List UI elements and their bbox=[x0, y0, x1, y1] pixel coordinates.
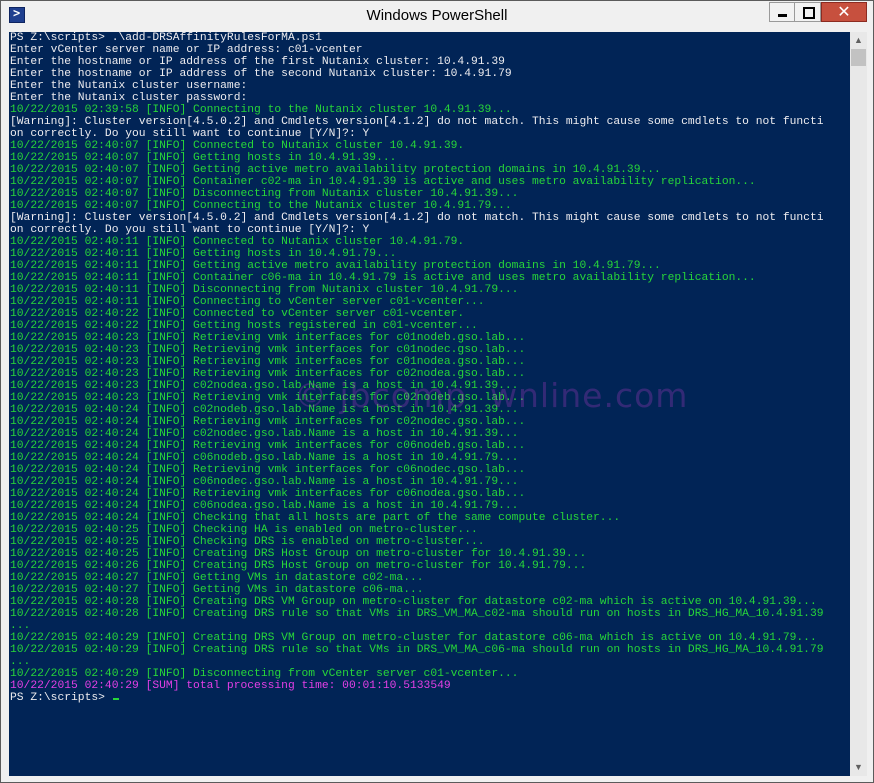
console-line: 10/22/2015 02:40:07 [INFO] Getting activ… bbox=[10, 164, 661, 176]
console-lines: PS Z:\scripts> .\add-DRSAffinityRulesFor… bbox=[10, 32, 824, 704]
console-line: [Warning]: Cluster version[4.5.0.2] and … bbox=[10, 212, 824, 224]
watermark: © jbcomp wnline.com bbox=[294, 376, 689, 415]
console-line: 10/22/2015 02:40:07 [INFO] Connected to … bbox=[10, 140, 465, 152]
close-button[interactable]: ✕ bbox=[821, 2, 867, 22]
console-line: 10/22/2015 02:40:24 [INFO] c06nodec.gso.… bbox=[10, 476, 519, 488]
title-bar[interactable]: > Windows PowerShell ✕ bbox=[1, 1, 873, 31]
console-line: on correctly. Do you still want to conti… bbox=[10, 128, 370, 140]
console-line: 10/22/2015 02:40:24 [INFO] c06nodea.gso.… bbox=[10, 500, 519, 512]
console-line: 10/22/2015 02:40:25 [INFO] Creating DRS … bbox=[10, 548, 587, 560]
console-line: 10/22/2015 02:40:24 [INFO] c02nodec.gso.… bbox=[10, 428, 519, 440]
console-line: ... bbox=[10, 620, 31, 632]
minimize-icon bbox=[778, 14, 787, 17]
console-line: [Warning]: Cluster version[4.5.0.2] and … bbox=[10, 116, 824, 128]
console-line: 10/22/2015 02:40:24 [INFO] Retrieving vm… bbox=[10, 416, 526, 428]
console-line: ... bbox=[10, 656, 31, 668]
console-line: 10/22/2015 02:40:24 [INFO] Retrieving vm… bbox=[10, 488, 526, 500]
console-line: 10/22/2015 02:40:23 [INFO] Retrieving vm… bbox=[10, 344, 526, 356]
console-line: Enter the Nutanix cluster password: bbox=[10, 92, 248, 104]
console-line: 10/22/2015 02:40:29 [INFO] Disconnecting… bbox=[10, 668, 519, 680]
console-line: 10/22/2015 02:40:11 [INFO] Connecting to… bbox=[10, 296, 485, 308]
console-line: 10/22/2015 02:40:11 [INFO] Container c06… bbox=[10, 272, 756, 284]
console-summary-line: 10/22/2015 02:40:29 [SUM] total processi… bbox=[10, 680, 451, 692]
console-line: 10/22/2015 02:40:11 [INFO] Connected to … bbox=[10, 236, 465, 248]
console-line: 10/22/2015 02:40:23 [INFO] Retrieving vm… bbox=[10, 332, 526, 344]
maximize-button[interactable] bbox=[795, 2, 821, 22]
console-line: 10/22/2015 02:40:07 [INFO] Getting hosts… bbox=[10, 152, 397, 164]
console-line: 10/22/2015 02:40:22 [INFO] Getting hosts… bbox=[10, 320, 478, 332]
console-output[interactable]: PS Z:\scripts> .\add-DRSAffinityRulesFor… bbox=[9, 32, 850, 776]
scroll-up-icon[interactable]: ▲ bbox=[850, 32, 867, 49]
console-line: 10/22/2015 02:40:28 [INFO] Creating DRS … bbox=[10, 608, 824, 620]
window-title: Windows PowerShell bbox=[366, 7, 508, 24]
minimize-button[interactable] bbox=[769, 2, 795, 22]
console-line: PS Z:\scripts> .\add-DRSAffinityRulesFor… bbox=[10, 32, 322, 44]
console-line: 10/22/2015 02:40:24 [INFO] Checking that… bbox=[10, 512, 621, 524]
console-prompt: PS Z:\scripts> bbox=[10, 692, 112, 704]
console-line: Enter the Nutanix cluster username: bbox=[10, 80, 248, 92]
maximize-icon bbox=[803, 7, 815, 19]
vertical-scrollbar[interactable]: ▲ ▼ bbox=[850, 32, 867, 776]
console-line: Enter the hostname or IP address of the … bbox=[10, 56, 505, 68]
console-line: 10/22/2015 02:40:29 [INFO] Creating DRS … bbox=[10, 644, 824, 656]
console-line: 10/22/2015 02:40:26 [INFO] Creating DRS … bbox=[10, 560, 587, 572]
text-cursor bbox=[112, 698, 119, 700]
console-line: 10/22/2015 02:39:58 [INFO] Connecting to… bbox=[10, 104, 512, 116]
console-line: 10/22/2015 02:40:07 [INFO] Connecting to… bbox=[10, 200, 512, 212]
console-line: 10/22/2015 02:40:25 [INFO] Checking DRS … bbox=[10, 536, 485, 548]
console-line: 10/22/2015 02:40:24 [INFO] c06nodeb.gso.… bbox=[10, 452, 519, 464]
powershell-window: > Windows PowerShell ✕ PS Z:\scripts> .\… bbox=[0, 0, 874, 783]
scroll-thumb[interactable] bbox=[851, 49, 866, 66]
console-line: 10/22/2015 02:40:11 [INFO] Disconnecting… bbox=[10, 284, 519, 296]
console-line: 10/22/2015 02:40:11 [INFO] Getting activ… bbox=[10, 260, 661, 272]
console-line: 10/22/2015 02:40:07 [INFO] Container c02… bbox=[10, 176, 756, 188]
console-line: 10/22/2015 02:40:28 [INFO] Creating DRS … bbox=[10, 596, 817, 608]
console-line: on correctly. Do you still want to conti… bbox=[10, 224, 370, 236]
console-line: 10/22/2015 02:40:22 [INFO] Connected to … bbox=[10, 308, 465, 320]
console-line: 10/22/2015 02:40:27 [INFO] Getting VMs i… bbox=[10, 584, 424, 596]
console-line: 10/22/2015 02:40:25 [INFO] Checking HA i… bbox=[10, 524, 478, 536]
console-line: 10/22/2015 02:40:24 [INFO] Retrieving vm… bbox=[10, 464, 526, 476]
console-line: 10/22/2015 02:40:07 [INFO] Disconnecting… bbox=[10, 188, 519, 200]
close-icon: ✕ bbox=[837, 2, 851, 21]
console-line: Enter the hostname or IP address of the … bbox=[10, 68, 512, 80]
console-line: 10/22/2015 02:40:23 [INFO] Retrieving vm… bbox=[10, 356, 526, 368]
console-line: 10/22/2015 02:40:24 [INFO] Retrieving vm… bbox=[10, 440, 526, 452]
console-prompt-line[interactable]: PS Z:\scripts> bbox=[10, 692, 824, 704]
console-line: 10/22/2015 02:40:11 [INFO] Getting hosts… bbox=[10, 248, 397, 260]
console-line: 10/22/2015 02:40:29 [INFO] Creating DRS … bbox=[10, 632, 817, 644]
scroll-down-icon[interactable]: ▼ bbox=[850, 759, 867, 776]
console-line: 10/22/2015 02:40:27 [INFO] Getting VMs i… bbox=[10, 572, 424, 584]
console-line: Enter vCenter server name or IP address:… bbox=[10, 44, 363, 56]
